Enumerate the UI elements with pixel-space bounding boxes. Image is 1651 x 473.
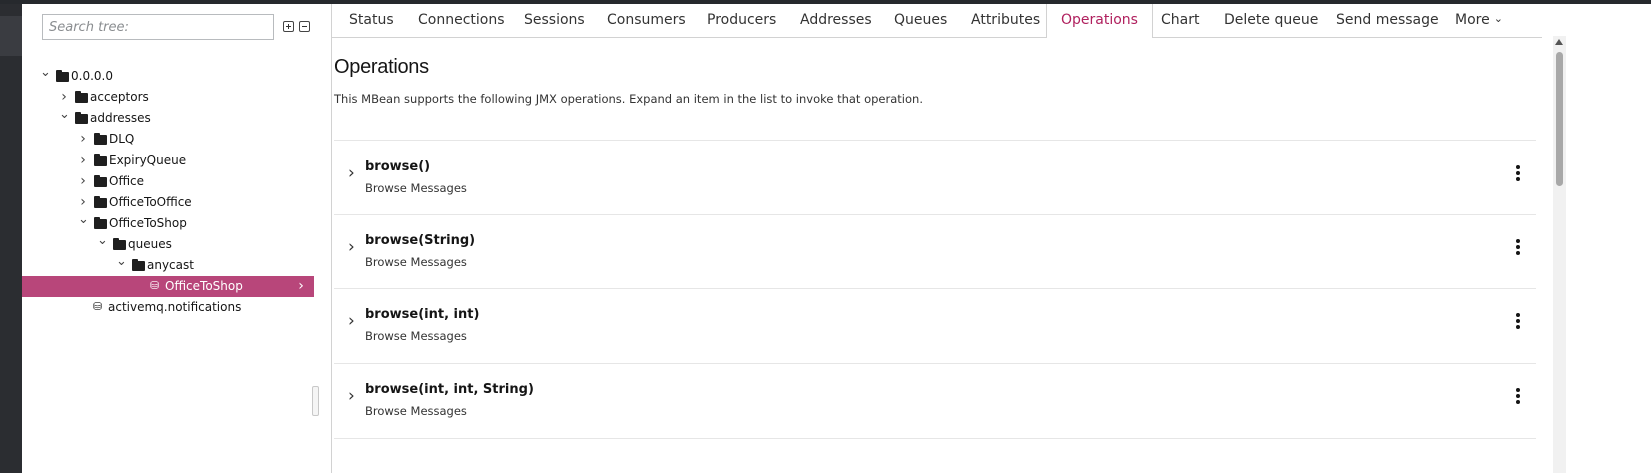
tree-node-anycast[interactable]: anycast — [22, 255, 331, 276]
tab-operations[interactable]: Operations — [1046, 4, 1153, 38]
kebab-menu-icon[interactable] — [1514, 239, 1522, 255]
cube-icon: ⛁ — [150, 279, 160, 292]
left-nav-rail — [0, 4, 22, 473]
tree-node-label: acceptors — [90, 90, 149, 104]
chevron-right-icon[interactable] — [78, 150, 88, 171]
chevron-right-icon[interactable]: › — [348, 239, 358, 256]
tree-node-label: ExpiryQueue — [109, 153, 187, 167]
nav-rail-item[interactable] — [0, 16, 22, 56]
tab-bar: Status Connections Sessions Consumers Pr… — [332, 4, 1542, 38]
operation-name: browse(String) — [365, 233, 476, 248]
tree-node-label: addresses — [90, 111, 151, 125]
operation-description: Browse Messages — [365, 329, 467, 343]
chevron-down-icon: ⌄ — [1493, 12, 1503, 25]
chevron-right-icon[interactable] — [78, 129, 88, 150]
chevron-down-icon[interactable] — [59, 108, 69, 129]
page-description: This MBean supports the following JMX op… — [334, 92, 923, 106]
kebab-menu-icon[interactable] — [1514, 313, 1522, 329]
folder-icon — [56, 70, 69, 82]
folder-icon — [94, 154, 107, 166]
tree-node-label: OfficeToShop — [165, 279, 243, 293]
chevron-right-icon[interactable]: › — [348, 313, 358, 330]
tab-delete-queue[interactable]: Delete queue — [1224, 4, 1318, 37]
tree-node-dlq[interactable]: DLQ — [22, 129, 331, 150]
tab-more[interactable]: More ⌄ — [1455, 4, 1503, 37]
chevron-right-icon[interactable] — [78, 192, 88, 213]
cube-icon: ⛁ — [93, 300, 103, 313]
tree-node-activemq-notifications[interactable]: ⛁ activemq.notifications — [22, 297, 331, 318]
kebab-menu-icon[interactable] — [1514, 165, 1522, 181]
operation-description: Browse Messages — [365, 404, 467, 418]
operation-item[interactable]: › browse(String) Browse Messages — [334, 214, 1536, 289]
chevron-right-icon[interactable] — [78, 171, 88, 192]
folder-icon — [94, 196, 107, 208]
operation-description: Browse Messages — [365, 181, 467, 195]
tree-node-label: Office — [109, 174, 145, 188]
tree-node-label: DLQ — [109, 132, 135, 146]
tree-node-acceptors[interactable]: acceptors — [22, 87, 331, 108]
search-tree-input[interactable] — [42, 14, 274, 40]
tree-node-queues[interactable]: queues — [22, 234, 331, 255]
tab-producers[interactable]: Producers — [707, 4, 776, 37]
tree-node-label: queues — [128, 237, 172, 251]
tab-chart[interactable]: Chart — [1161, 4, 1199, 37]
tree-node-officetoshop-queue[interactable]: ⛁ OfficeToShop — [22, 276, 314, 297]
tree-node-addresses[interactable]: addresses — [22, 108, 331, 129]
chevron-right-icon[interactable] — [59, 87, 69, 108]
tab-status[interactable]: Status — [349, 4, 394, 37]
operation-name: browse() — [365, 159, 431, 174]
chevron-down-icon[interactable] — [40, 66, 50, 87]
tree-node-label: anycast — [147, 258, 194, 272]
folder-icon — [75, 112, 88, 124]
chevron-right-icon[interactable] — [296, 276, 306, 297]
folder-icon — [132, 259, 145, 271]
folder-icon — [113, 238, 126, 250]
collapse-all-icon[interactable] — [299, 21, 310, 32]
page-title: Operations — [334, 56, 429, 78]
tab-attributes[interactable]: Attributes — [971, 4, 1040, 37]
chevron-down-icon[interactable] — [78, 213, 88, 234]
chevron-down-icon[interactable] — [97, 234, 107, 255]
scrollbar-thumb[interactable] — [1556, 52, 1563, 186]
folder-icon — [75, 91, 88, 103]
tab-queues[interactable]: Queues — [894, 4, 947, 37]
folder-icon — [94, 133, 107, 145]
tab-sessions[interactable]: Sessions — [524, 4, 585, 37]
tree-node-officetooffice[interactable]: OfficeToOffice — [22, 192, 331, 213]
operation-item[interactable]: › browse() Browse Messages — [334, 140, 1536, 215]
chevron-right-icon[interactable]: › — [348, 388, 358, 405]
operation-description: Browse Messages — [365, 255, 467, 269]
operation-name: browse(int, int, String) — [365, 382, 534, 397]
folder-icon — [94, 175, 107, 187]
kebab-menu-icon[interactable] — [1514, 388, 1522, 404]
tree-node-label: 0.0.0.0 — [71, 69, 113, 83]
tree-node-officetoshop[interactable]: OfficeToShop — [22, 213, 331, 234]
chevron-down-icon[interactable] — [116, 255, 126, 276]
tab-send-message[interactable]: Send message — [1336, 4, 1439, 37]
tree-panel: 0.0.0.0 acceptors addresses DLQ ExpiryQu… — [22, 4, 332, 473]
chevron-right-icon[interactable]: › — [348, 165, 358, 182]
tab-connections[interactable]: Connections — [418, 4, 505, 37]
operation-item[interactable]: › browse(int, int) Browse Messages — [334, 288, 1536, 363]
tree-node-label: OfficeToOffice — [109, 195, 192, 209]
tree-node-label: activemq.notifications — [108, 300, 242, 314]
vertical-scrollbar[interactable] — [1553, 36, 1566, 473]
tab-consumers[interactable]: Consumers — [607, 4, 686, 37]
tab-addresses[interactable]: Addresses — [800, 4, 872, 37]
tab-more-label: More — [1455, 12, 1490, 28]
scroll-up-icon[interactable] — [1555, 39, 1563, 45]
expand-all-icon[interactable] — [283, 21, 294, 32]
operation-item[interactable]: › browse(int, int, String) Browse Messag… — [334, 363, 1536, 439]
tree-node-office[interactable]: Office — [22, 171, 331, 192]
operation-name: browse(int, int) — [365, 307, 480, 322]
tree-node-root[interactable]: 0.0.0.0 — [22, 66, 331, 87]
tree-node-expiryqueue[interactable]: ExpiryQueue — [22, 150, 331, 171]
folder-icon — [94, 217, 107, 229]
panel-resize-handle[interactable] — [312, 386, 319, 416]
tree-node-label: OfficeToShop — [109, 216, 187, 230]
main-content: Status Connections Sessions Consumers Pr… — [332, 4, 1651, 473]
